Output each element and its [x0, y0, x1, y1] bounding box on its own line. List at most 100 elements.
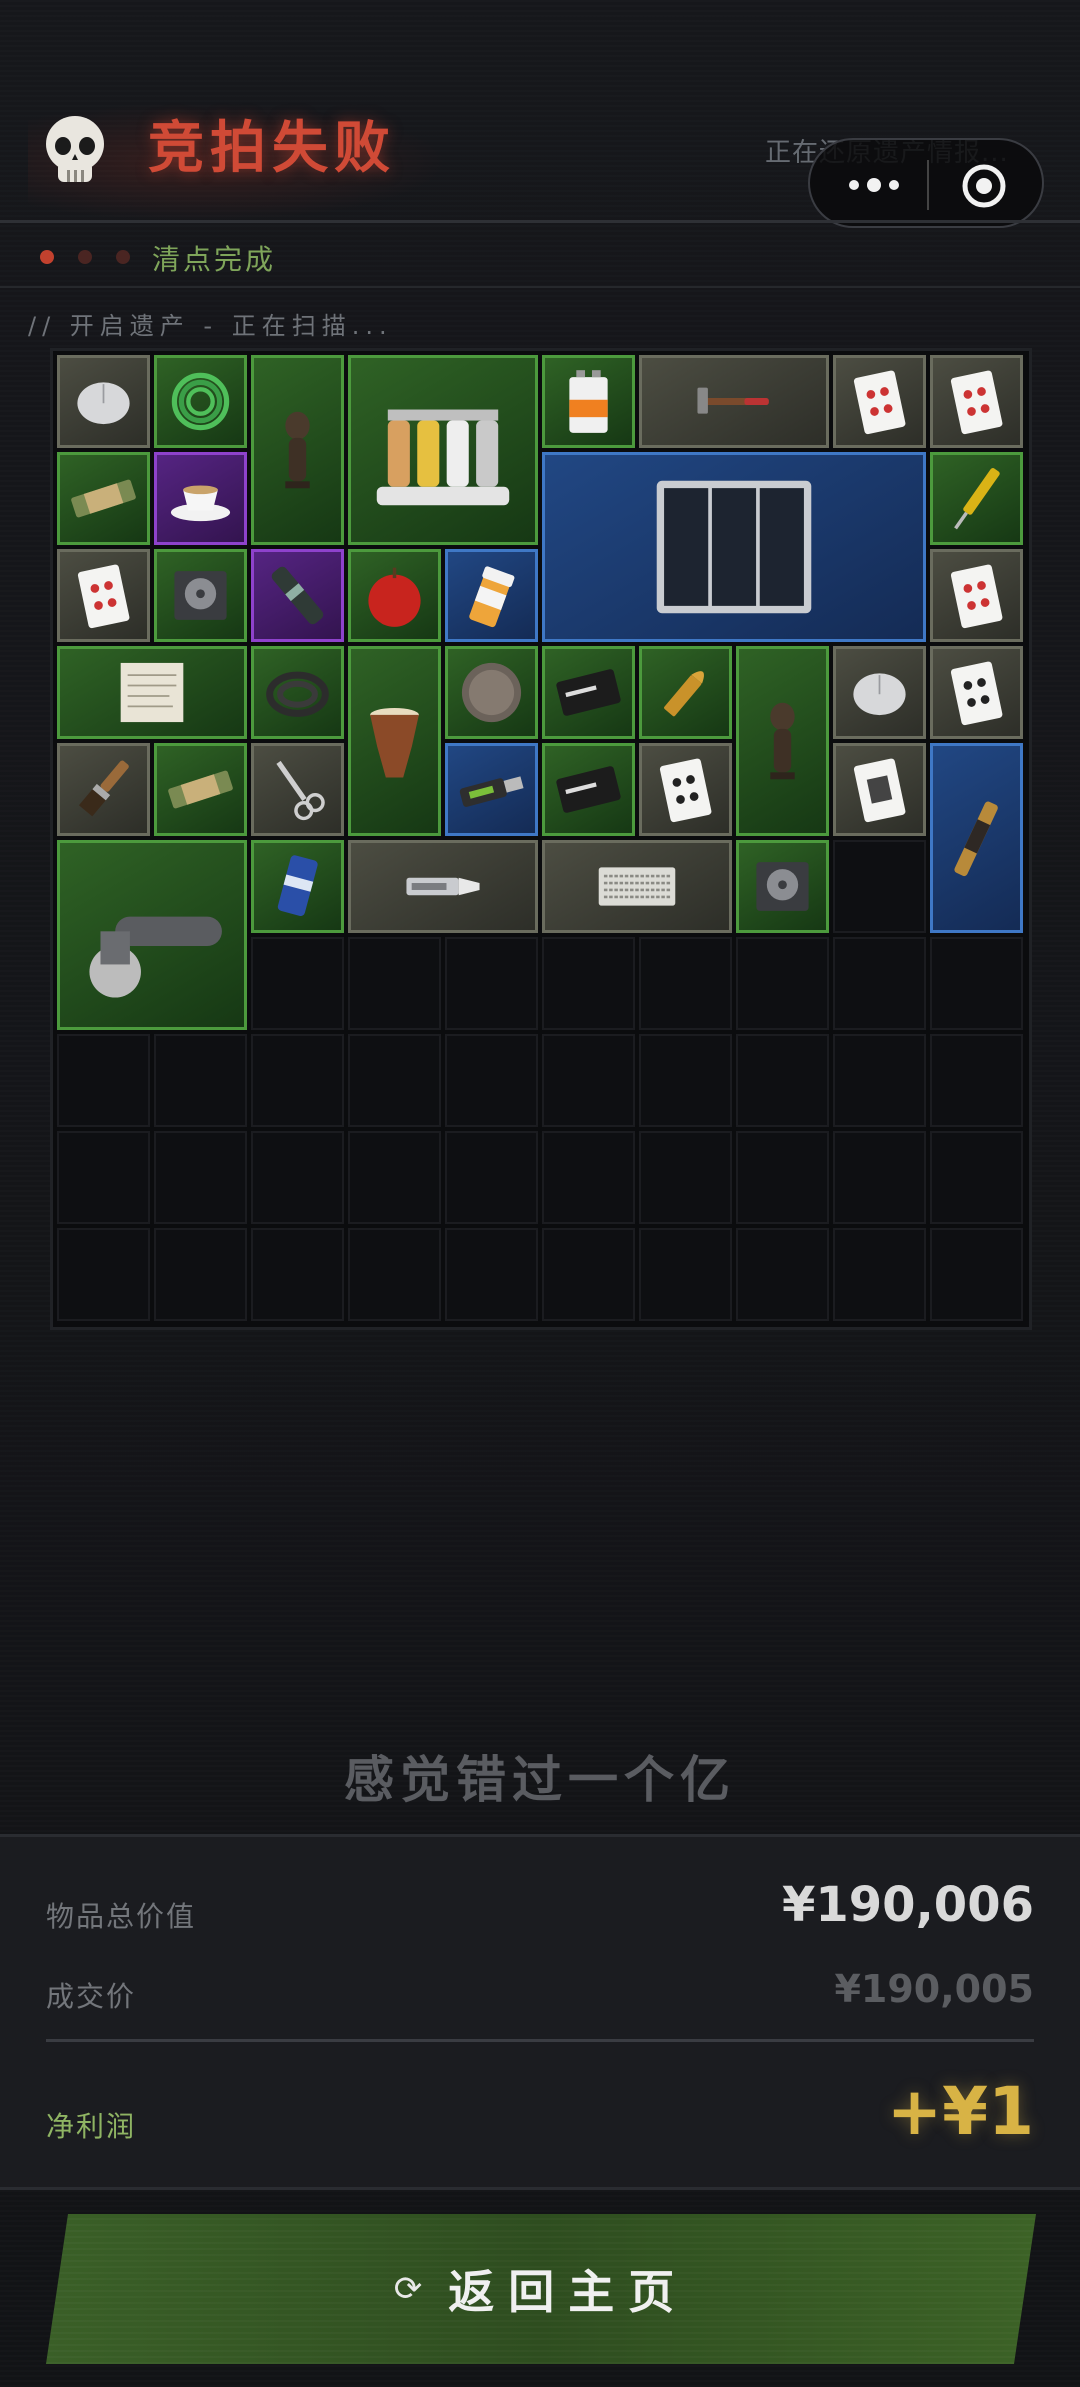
target-icon[interactable] [960, 162, 1008, 210]
can-icon [277, 855, 318, 917]
header-divider [0, 220, 1080, 223]
inventory-item-green-cable[interactable] [154, 355, 247, 448]
battery-icon [569, 370, 608, 433]
inventory-item-telescope[interactable] [930, 743, 1023, 933]
inventory-item-playing-card[interactable] [57, 549, 150, 642]
inventory-item-playing-card[interactable] [639, 743, 732, 836]
inventory-item-playing-card[interactable] [833, 355, 926, 448]
spice-rack-icon [376, 409, 510, 506]
inventory-item-spice-rack[interactable] [348, 355, 538, 545]
inventory-item-hard-drive[interactable] [154, 549, 247, 642]
inventory-slot [251, 1034, 344, 1127]
progress-label: 清点完成 [152, 243, 277, 276]
inventory-item-playing-card[interactable] [930, 646, 1023, 739]
scan-status: // 开启遗产 - 正在扫描... [28, 312, 393, 340]
inventory-item-snack-bar[interactable] [57, 452, 150, 545]
inventory-item-keyboard[interactable] [542, 840, 732, 933]
card-diamonds-icon [950, 370, 1003, 435]
statue-icon [770, 702, 795, 780]
total-value: ¥190,006 [781, 1877, 1034, 1933]
grinder-icon [89, 916, 222, 998]
teacup-icon [170, 485, 231, 522]
net-profit-label: 净利润 [46, 2110, 137, 2143]
total-value-label: 物品总价值 [46, 1900, 197, 1933]
page-title: 竞拍失败 [148, 116, 396, 181]
inventory-slot [348, 1228, 441, 1321]
hammer-icon [697, 387, 769, 414]
inventory-item-usb-stick[interactable] [445, 743, 538, 836]
inventory-item-djembe-drum[interactable] [348, 646, 441, 836]
net-profit: +¥1 [886, 2073, 1034, 2150]
inventory-slot [348, 1034, 441, 1127]
inventory-slot [348, 937, 441, 1030]
inventory-item-computer-mouse[interactable] [57, 355, 150, 448]
return-home-label: 返回主页 [448, 2265, 689, 2319]
inventory-item-bullet[interactable] [639, 646, 732, 739]
inventory-item-good-luck-card[interactable] [542, 743, 635, 836]
usb-icon [459, 776, 524, 807]
inventory-item-teacup[interactable] [154, 452, 247, 545]
inventory-item-snack-bar[interactable] [154, 743, 247, 836]
hose-icon [266, 671, 329, 717]
bullet-icon [664, 671, 704, 717]
apple-icon [368, 567, 421, 627]
deal-price-label: 成交价 [46, 1980, 137, 2013]
inventory-slot [542, 1034, 635, 1127]
inventory-slot [154, 1034, 247, 1127]
telescope-icon [954, 801, 998, 877]
inventory-item-angle-grinder[interactable] [57, 840, 247, 1030]
inventory-slot [542, 1228, 635, 1321]
more-icon[interactable] [846, 170, 902, 200]
inventory-item-solar-panel[interactable] [542, 452, 926, 642]
inventory-item-hammer[interactable] [639, 355, 829, 448]
skull-icon [42, 114, 108, 188]
inventory-item-coin[interactable] [445, 646, 538, 739]
inventory-item-screwdriver-tester[interactable] [930, 452, 1023, 545]
hard-drive-icon [756, 862, 809, 911]
inventory-item-pill-bottle[interactable] [445, 549, 538, 642]
inventory-slot [930, 1228, 1023, 1321]
inventory-item-old-document[interactable] [57, 646, 247, 739]
inventory-item-can[interactable] [251, 840, 344, 933]
inventory-item-good-luck-card[interactable] [542, 646, 635, 739]
inventory-item-hose-coil[interactable] [251, 646, 344, 739]
progress-dot-active [40, 250, 54, 264]
card-black-icon [556, 766, 621, 813]
card-hearts-icon [77, 564, 130, 629]
return-home-button[interactable]: ⟳ 返回主页 [46, 2214, 1036, 2364]
inventory-slot [639, 1228, 732, 1321]
inventory-slot [251, 1131, 344, 1224]
statue-icon [285, 411, 310, 489]
inventory-slot [736, 1034, 829, 1127]
inventory-item-apple[interactable] [348, 549, 441, 642]
inventory-slot [445, 1034, 538, 1127]
inventory-slot [445, 1228, 538, 1321]
inventory-slot [930, 1034, 1023, 1127]
inventory-item-playing-card[interactable] [930, 355, 1023, 448]
inventory-item-paint-brush[interactable] [57, 743, 150, 836]
inventory-slot [251, 1228, 344, 1321]
inventory-item-capacitor[interactable] [251, 549, 344, 642]
inventory-slot [930, 937, 1023, 1030]
inventory-item-hard-drive[interactable] [736, 840, 829, 933]
inventory-item-battery-9v[interactable] [542, 355, 635, 448]
inventory-item-tribal-statue[interactable] [736, 646, 829, 836]
knife-icon [406, 877, 480, 896]
inventory-slot [57, 1034, 150, 1127]
drum-icon [370, 707, 419, 778]
inventory-slot [833, 1228, 926, 1321]
card-hearts-icon [950, 564, 1003, 629]
summary-divider [46, 2039, 1034, 2042]
keyboard-icon [598, 867, 676, 906]
inventory-item-utility-knife[interactable] [348, 840, 538, 933]
inventory-item-computer-mouse[interactable] [833, 646, 926, 739]
inventory-item-portrait-card[interactable] [833, 743, 926, 836]
inventory-slot [833, 840, 926, 933]
tagline: 感觉错过一个亿 [344, 1751, 736, 1809]
inventory-item-playing-card[interactable] [930, 549, 1023, 642]
inventory-slot [57, 1228, 150, 1321]
inventory-item-tribal-statue[interactable] [251, 355, 344, 545]
inventory-item-scissors[interactable] [251, 743, 344, 836]
card-clubs-icon [950, 661, 1003, 726]
mouse-icon [853, 673, 906, 716]
